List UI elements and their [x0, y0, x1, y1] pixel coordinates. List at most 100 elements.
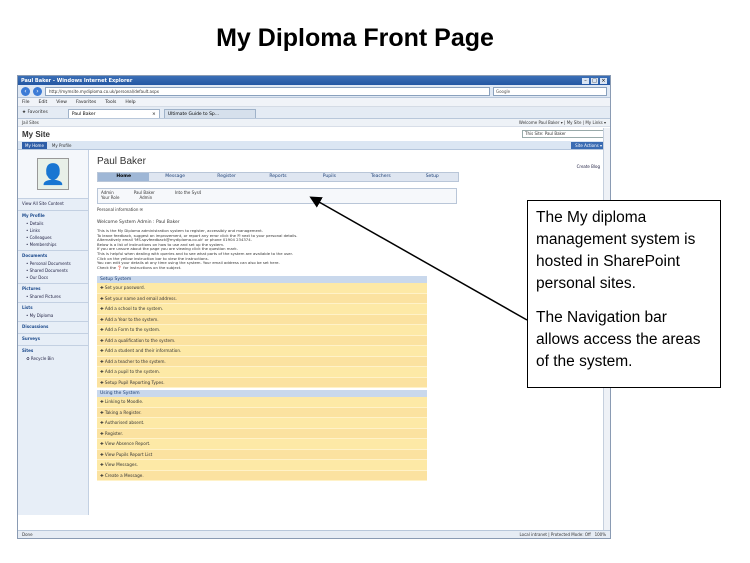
instruction-bar[interactable]: ✚ Add a school to the system. — [97, 304, 427, 315]
instruction-bar[interactable]: ✚ Linking to Moodle. — [97, 397, 427, 408]
all-sites-link[interactable]: Jail Sites — [22, 120, 39, 125]
ql-item[interactable]: • My Diploma — [18, 312, 88, 319]
callout-box: The My diploma management system is host… — [527, 200, 721, 388]
status-bar: Done Local intranet | Protected Mode: Of… — [18, 530, 610, 538]
setup-items: ✚ Set your password. ✚ Set your name and… — [97, 283, 427, 389]
tabs-bar: ★ Favorites Paul Baker × Ultimate Guide t… — [18, 107, 610, 119]
tab-my-home[interactable]: My Home — [22, 141, 47, 149]
menu-favorites[interactable]: Favorites — [76, 100, 96, 105]
address-bar-row: ‹ › http://mymsite.mydiploma.co.uk/perso… — [18, 85, 610, 98]
create-blog-link[interactable]: Create Blog — [577, 164, 600, 169]
close-tab-icon[interactable]: × — [152, 110, 156, 118]
personal-details-box: Admin Paul Baker Into the Sys4 Your Role Ad… — [97, 188, 457, 204]
instruction-bar[interactable]: ✚ Add a qualification to the system. — [97, 335, 427, 347]
nav-teachers[interactable]: Teachers — [355, 173, 406, 181]
menu-file[interactable]: File — [22, 100, 30, 105]
nav-reports[interactable]: Reports — [252, 173, 303, 181]
avatar-box: 👤 — [18, 150, 88, 199]
using-system-section: Using the System ✚ Linking to Moodle. ✚ … — [97, 390, 427, 482]
setup-system-section: Setup System ✚ Set your password. ✚ Set … — [97, 276, 427, 389]
ql-item[interactable]: • Links — [18, 227, 88, 234]
status-text: Done — [22, 532, 33, 537]
sharepoint-topbar: Jail Sites Welcome Paul Baker ▾ | My Sit… — [18, 119, 610, 127]
section-header: Using the System — [97, 390, 427, 398]
ql-item[interactable]: • Details — [18, 220, 88, 227]
tab-my-profile[interactable]: My Profile — [49, 142, 75, 149]
slide-title: My Diploma Front Page — [216, 24, 494, 52]
instruction-bar[interactable]: ✚ Add a teacher to the system. — [97, 356, 427, 368]
ql-head-surveys[interactable]: Surveys — [18, 333, 88, 343]
back-icon[interactable]: ‹ — [21, 86, 30, 96]
window-titlebar: Paul Baker - Windows Internet Explorer –… — [18, 76, 610, 85]
avatar-icon: 👤 — [37, 158, 69, 190]
view-all-content-link[interactable]: View All Site Content — [18, 199, 88, 208]
instructions-paragraph: This is the My Diploma administration sy… — [97, 228, 298, 270]
instruction-bar[interactable]: ✚ View Absence Report. — [97, 439, 427, 450]
ql-head-discussions[interactable]: Discussions — [18, 321, 88, 331]
favorites-button[interactable]: ★ Favorites — [22, 110, 48, 115]
search-input[interactable]: Google — [493, 86, 607, 96]
sharepoint-tabs: My Home My Profile Site Actions ▾ — [18, 141, 610, 150]
ql-head-pictures[interactable]: Pictures — [18, 283, 88, 293]
ql-head-profile[interactable]: My Profile — [18, 210, 88, 220]
nav-register[interactable]: Register — [201, 173, 252, 181]
site-search-select[interactable]: This Site: Paul Baker — [522, 130, 606, 138]
section-header: Setup System — [97, 276, 427, 284]
ql-item[interactable]: • Our Docs — [18, 274, 88, 281]
instruction-bar[interactable]: ✚ Add a Year to the system. — [97, 314, 427, 326]
star-icon: ★ — [22, 110, 27, 115]
sharepoint-header: My Site This Site: Paul Baker — [18, 127, 610, 141]
ql-item[interactable]: • Shared Pictures — [18, 293, 88, 300]
instruction-bar[interactable]: ✚ Set your name and email address. — [97, 293, 427, 305]
ql-item[interactable]: • Personal Documents — [18, 260, 88, 267]
menu-view[interactable]: View — [56, 100, 67, 105]
recycle-bin-link[interactable]: ♻ Recycle Bin — [18, 355, 88, 362]
welcome-menu[interactable]: Welcome Paul Baker ▾ | My Site | My Link… — [519, 120, 606, 125]
ql-item[interactable]: • Colleagues — [18, 234, 88, 241]
minimize-icon[interactable]: – — [582, 77, 589, 84]
menu-help[interactable]: Help — [125, 100, 135, 105]
close-icon[interactable]: × — [600, 77, 607, 84]
page-body: 👤 View All Site Content My Profile • Det… — [18, 150, 610, 515]
recycle-bin-icon: ♻ — [26, 356, 30, 361]
instruction-bar[interactable]: ✚ Add a pupil to the system. — [97, 367, 427, 378]
instruction-bar[interactable]: ✚ Add a student and their information. — [97, 346, 427, 357]
instruction-bar[interactable]: ✚ Register. — [97, 428, 427, 440]
tab-paul-baker[interactable]: Paul Baker × — [67, 109, 160, 118]
window-title: Paul Baker - Windows Internet Explorer — [21, 77, 133, 84]
status-zone: Local intranet | Protected Mode: Off — [519, 532, 591, 537]
nav-home[interactable]: Home — [98, 173, 150, 181]
site-title: My Site — [22, 129, 51, 139]
address-input[interactable]: http://mymsite.mydiploma.co.uk/personal/… — [45, 86, 490, 96]
nav-setup[interactable]: Setup — [407, 173, 458, 181]
maximize-icon[interactable]: □ — [591, 77, 598, 84]
menu-edit[interactable]: Edit — [39, 100, 48, 105]
instruction-bar[interactable]: ✚ Authorised absent. — [97, 418, 427, 429]
ql-item[interactable]: • Shared Documents — [18, 267, 88, 274]
tab-ultimate-guide[interactable]: Ultimate Guide to Sp... — [163, 109, 256, 118]
zoom-level[interactable]: 100% — [595, 532, 606, 537]
instruction-bar[interactable]: ✚ Set your password. — [97, 283, 427, 294]
nav-message[interactable]: Message — [149, 173, 200, 181]
instruction-bar[interactable]: ✚ View Messages. — [97, 460, 427, 471]
using-items: ✚ Linking to Moodle. ✚ Taking a Register… — [97, 397, 427, 482]
instruction-bar[interactable]: ✚ Setup Pupil Reporting Types. — [97, 377, 427, 389]
nav-pupils[interactable]: Pupils — [304, 173, 355, 181]
ql-item[interactable]: • Memberships — [18, 241, 88, 248]
callout-text-1: The My diploma management system is host… — [536, 209, 696, 292]
callout-text-2: The Navigation bar allows access the are… — [536, 309, 701, 370]
instruction-bar[interactable]: ✚ Add a Form to the system. — [97, 325, 427, 336]
instruction-bar[interactable]: ✚ View Pupils Report List — [97, 449, 427, 461]
ql-head-lists[interactable]: Lists — [18, 302, 88, 312]
quick-launch: 👤 View All Site Content My Profile • Det… — [18, 150, 89, 515]
instruction-bar[interactable]: ✚ Taking a Register. — [97, 407, 427, 419]
ql-head-sites[interactable]: Sites — [18, 345, 88, 355]
instruction-bar[interactable]: ✚ Create a Message. — [97, 470, 427, 482]
site-actions-button[interactable]: Site Actions ▾ — [571, 141, 606, 149]
page-title: Paul Baker — [97, 156, 146, 167]
menu-tools[interactable]: Tools — [105, 100, 116, 105]
diploma-nav-bar: Home Message Register Reports Pupils Tea… — [97, 172, 459, 182]
forward-icon[interactable]: › — [33, 86, 42, 96]
browser-screenshot: Paul Baker - Windows Internet Explorer –… — [17, 75, 611, 539]
ql-head-documents[interactable]: Documents — [18, 250, 88, 260]
